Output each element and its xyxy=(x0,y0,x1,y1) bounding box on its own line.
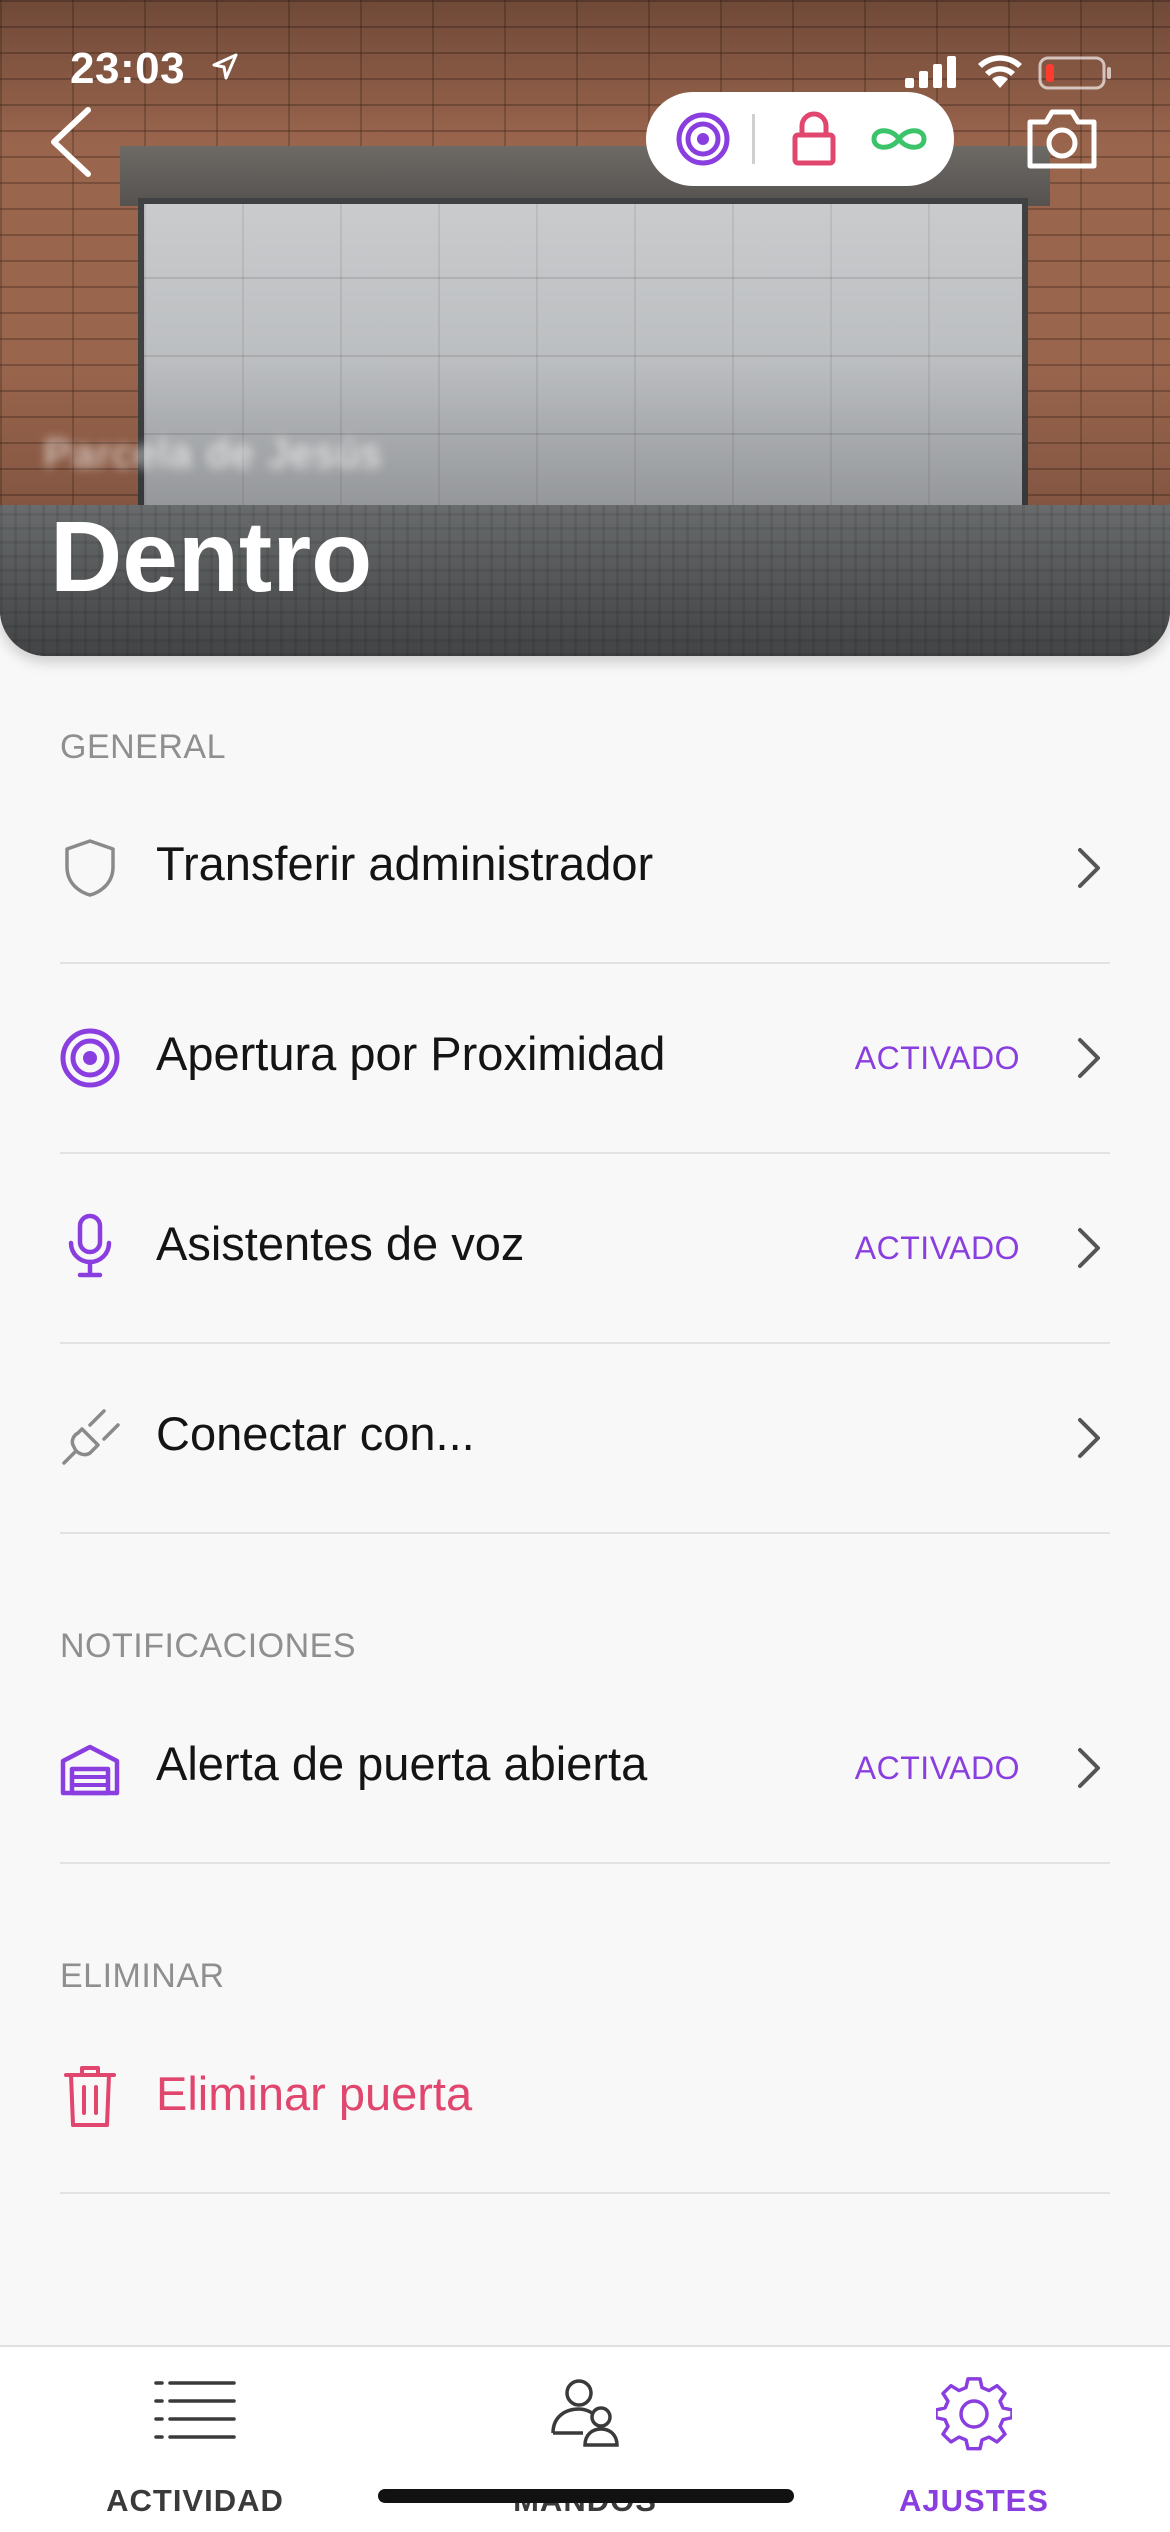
door-header: 23:03 Parcela de Jesús Dentro xyxy=(0,0,1170,656)
settings-row-label: Alerta de puerta abierta xyxy=(156,1737,648,1790)
location-arrow-icon xyxy=(212,53,238,80)
tab-label: ACTIVIDAD xyxy=(106,2483,284,2518)
status-value: ACTIVADO xyxy=(854,1040,1020,1076)
plug-icon xyxy=(60,1406,120,1466)
tab-actividad[interactable]: ACTIVIDAD xyxy=(45,2347,345,2532)
users-icon xyxy=(551,2379,619,2447)
status-time: 23:03 xyxy=(70,44,186,93)
tab-bar: ACTIVIDAD MANDOS AJUSTES xyxy=(0,2345,1170,2532)
section-title-notifications: NOTIFICACIONES xyxy=(60,1627,357,1665)
target-icon xyxy=(60,1028,120,1088)
tab-ajustes[interactable]: AJUSTES xyxy=(824,2347,1124,2532)
lock-icon xyxy=(784,92,844,186)
settings-row-proximity[interactable]: Apertura por Proximidad ACTIVADO xyxy=(60,964,1110,1154)
status-value: ACTIVADO xyxy=(854,1230,1020,1266)
home-indicator[interactable] xyxy=(378,2489,794,2503)
chevron-right-icon xyxy=(1078,1748,1100,1788)
shield-icon xyxy=(60,838,120,898)
delete-door-label: Eliminar puerta xyxy=(156,2067,473,2120)
door-location-subtitle: Parcela de Jesús xyxy=(44,432,383,476)
trash-icon xyxy=(60,2066,120,2127)
battery-icon xyxy=(1038,56,1111,90)
settings-row-voice-assistants[interactable]: Asistentes de voz ACTIVADO xyxy=(60,1154,1110,1344)
settings-row-label: Transferir administrador xyxy=(156,837,654,890)
microphone-icon xyxy=(60,1213,120,1278)
settings-row-label: Apertura por Proximidad xyxy=(156,1027,666,1080)
door-status-pill[interactable] xyxy=(646,92,954,186)
camera-button[interactable] xyxy=(1024,106,1100,170)
chevron-right-icon xyxy=(1078,1418,1100,1458)
infinity-icon xyxy=(862,92,936,186)
cellular-signal-icon xyxy=(905,56,956,88)
gear-icon xyxy=(936,2377,1012,2451)
wifi-icon xyxy=(978,55,1022,88)
settings-row-open-door-alert[interactable]: Alerta de puerta abierta ACTIVADO xyxy=(60,1674,1110,1864)
status-value: ACTIVADO xyxy=(854,1750,1020,1786)
section-title-delete: ELIMINAR xyxy=(60,1957,225,1995)
chevron-right-icon xyxy=(1078,1228,1100,1268)
tab-mandos[interactable]: MANDOS xyxy=(435,2347,735,2532)
settings-row-label: Asistentes de voz xyxy=(156,1217,525,1270)
chevron-right-icon xyxy=(1078,1038,1100,1078)
pill-divider xyxy=(752,114,755,164)
garage-icon xyxy=(60,1740,120,1800)
target-icon xyxy=(668,92,738,186)
chevron-right-icon xyxy=(1078,848,1100,888)
section-title-general: GENERAL xyxy=(60,728,226,766)
door-name-title: Dentro xyxy=(50,501,373,613)
back-button[interactable] xyxy=(44,102,100,182)
tab-label: AJUSTES xyxy=(899,2483,1049,2518)
list-icon xyxy=(154,2381,236,2439)
delete-door-button[interactable]: Eliminar puerta xyxy=(60,2004,1110,2194)
settings-row-connect[interactable]: Conectar con... xyxy=(60,1344,1110,1534)
settings-row-transfer-admin[interactable]: Transferir administrador xyxy=(60,774,1110,964)
settings-row-label: Conectar con... xyxy=(156,1407,475,1460)
